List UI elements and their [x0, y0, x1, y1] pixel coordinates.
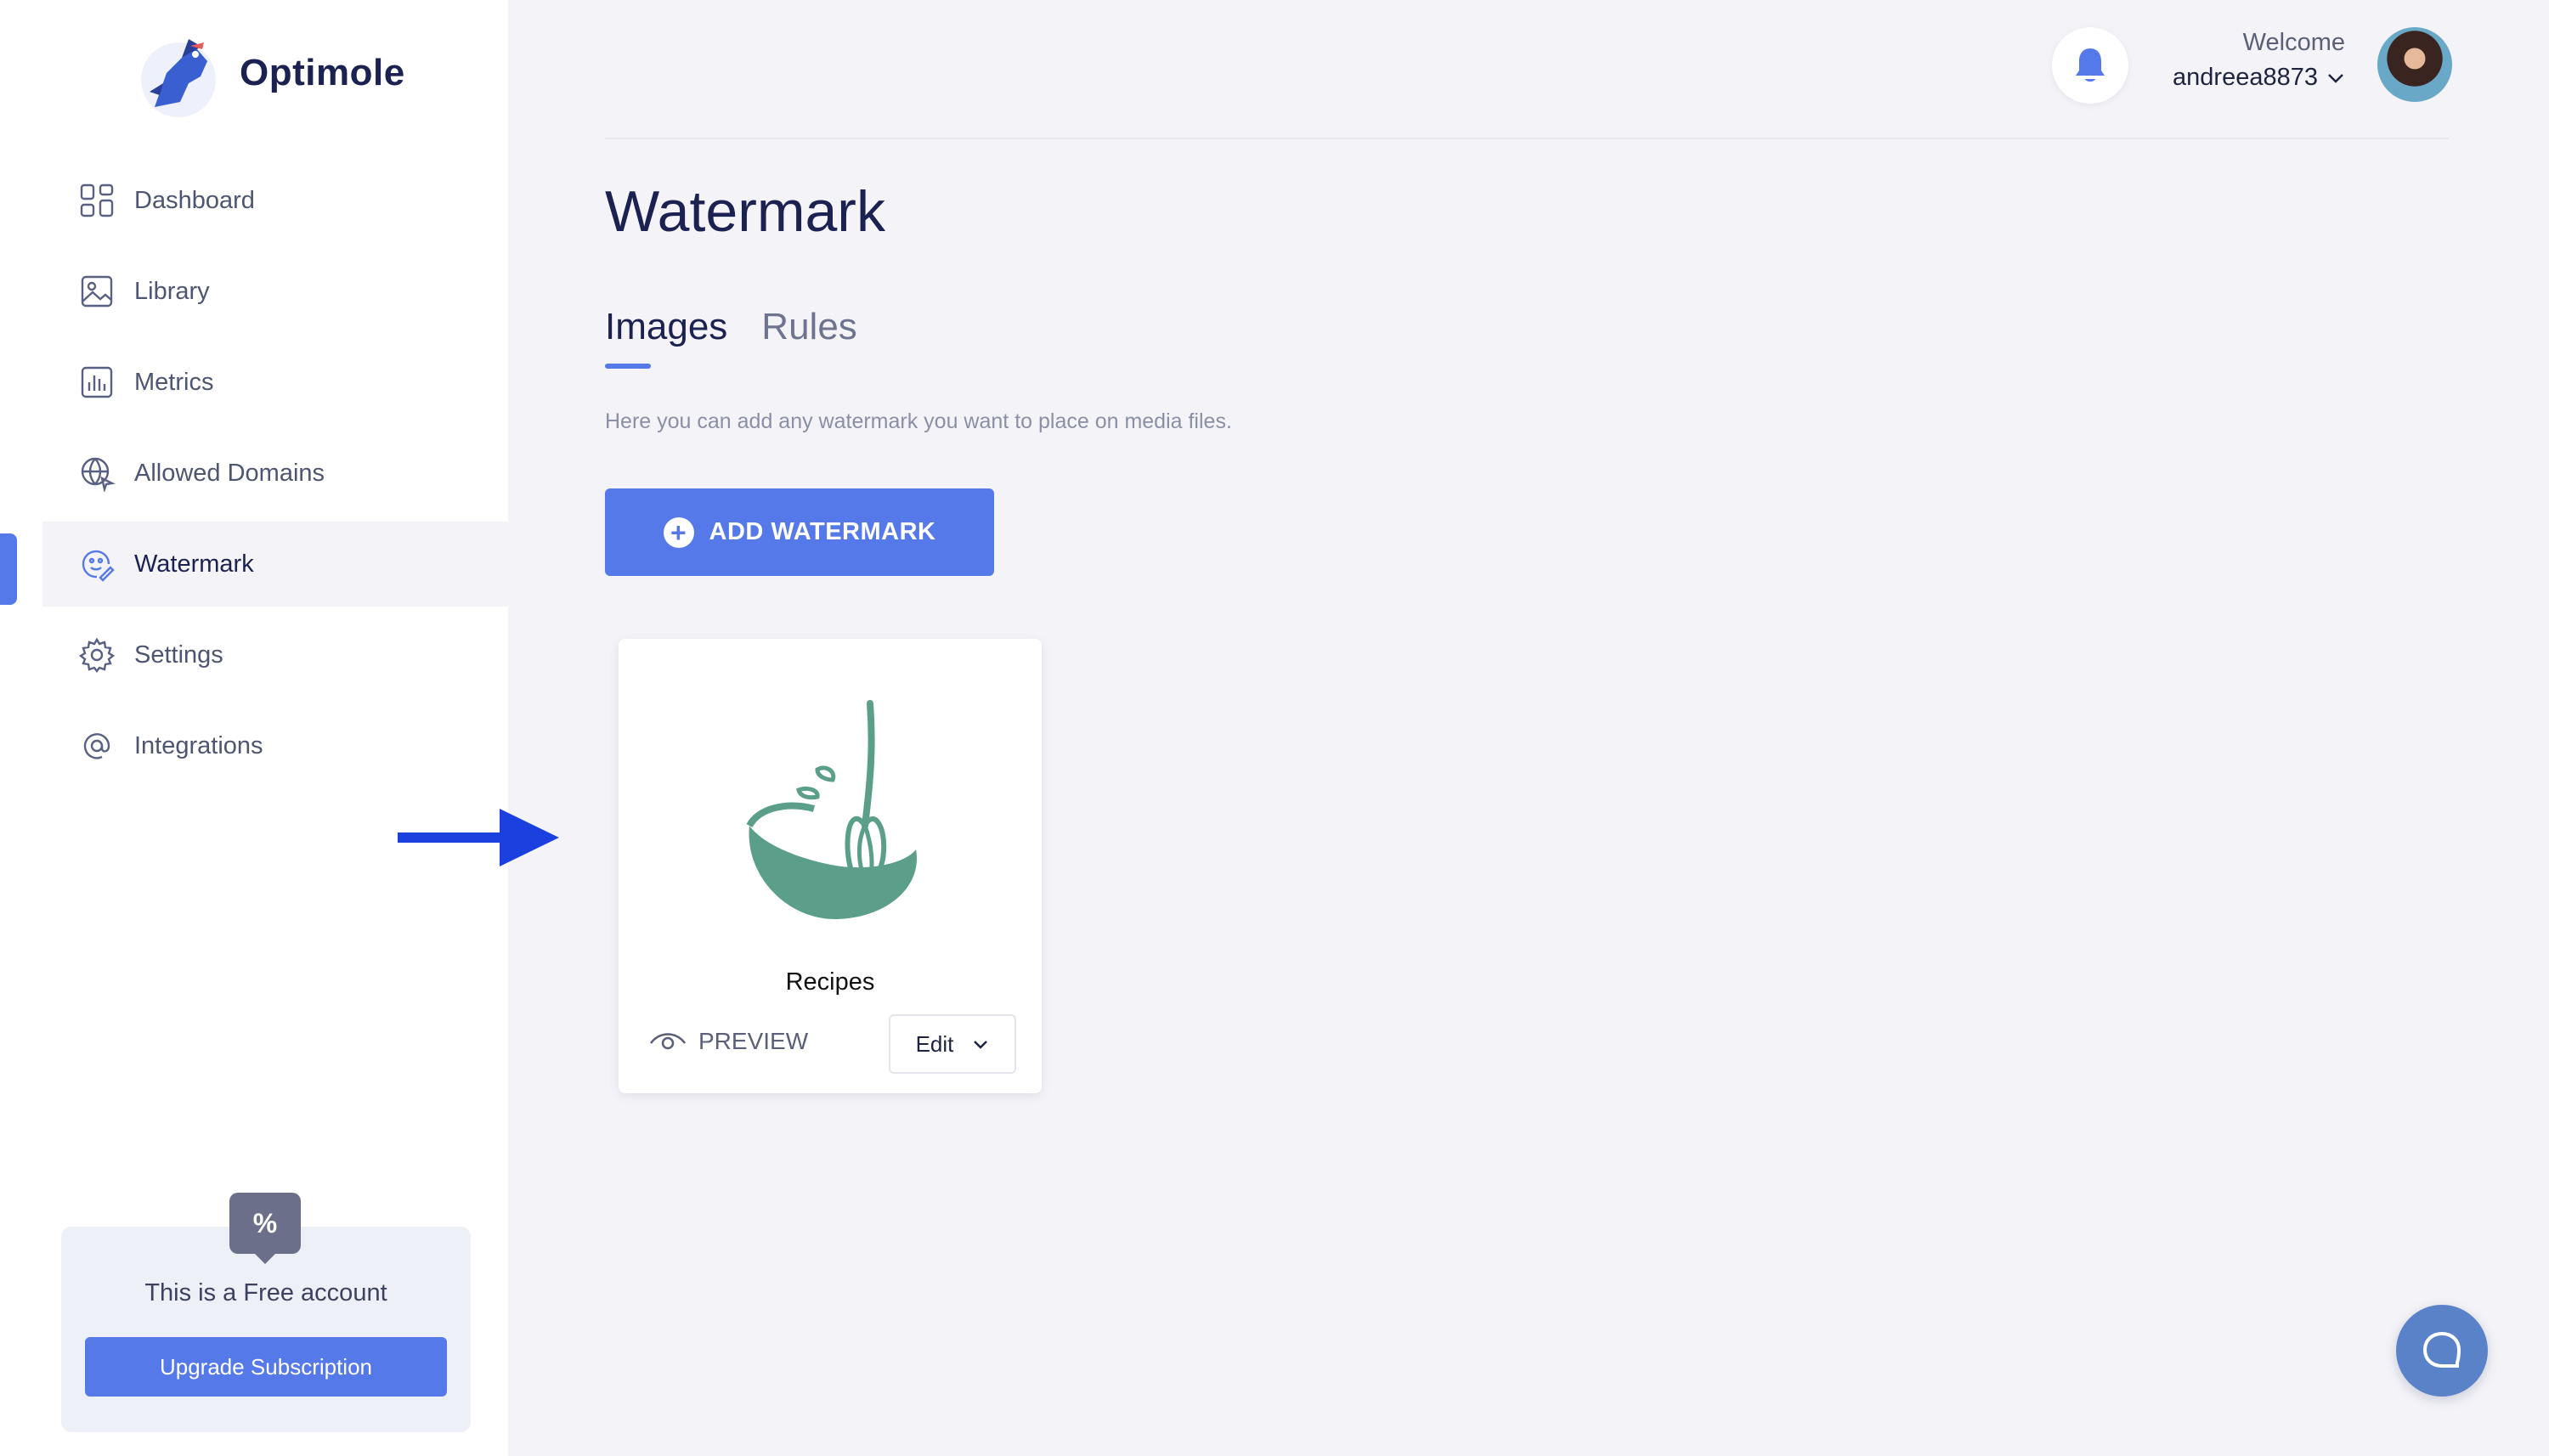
edit-dropdown-button[interactable]: Edit: [889, 1014, 1016, 1074]
globe-icon: [81, 457, 116, 492]
chevron-down-icon: [974, 1041, 988, 1049]
sidebar-item-watermark[interactable]: Watermark: [42, 522, 508, 607]
upgrade-subscription-button[interactable]: Upgrade Subscription: [85, 1337, 447, 1397]
tabs: Images Rules: [605, 306, 857, 369]
sidebar-item-label: Settings: [134, 641, 223, 669]
notifications-button[interactable]: [2052, 27, 2128, 104]
header-divider: [605, 138, 2449, 139]
add-watermark-button[interactable]: + ADD WATERMARK: [605, 488, 994, 576]
eye-icon: [649, 1033, 687, 1050]
bell-icon: [2076, 48, 2105, 82]
watermark-name: Recipes: [785, 968, 875, 996]
preview-button[interactable]: PREVIEW: [649, 1028, 808, 1055]
sidebar-item-label: Library: [134, 277, 210, 305]
plus-circle-icon: +: [663, 516, 694, 548]
avatar[interactable]: [2377, 27, 2452, 102]
support-chat-button[interactable]: [2396, 1305, 2488, 1397]
whisk-bowl-icon: [746, 700, 917, 920]
tab-rules[interactable]: Rules: [761, 306, 857, 369]
free-account-promo: % This is a Free account Upgrade Subscri…: [61, 1193, 471, 1432]
sidebar-item-label: Dashboard: [134, 186, 255, 214]
watermark-icon: [82, 550, 115, 582]
image-icon: [81, 275, 113, 308]
page-title: Watermark: [605, 179, 885, 244]
sidebar-nav: Dashboard Library Metrics Allowed Domain…: [42, 158, 508, 794]
sidebar-item-library[interactable]: Library: [42, 249, 508, 334]
username: andreea8873: [2173, 64, 2318, 91]
watermark-card: Recipes PREVIEW Edit: [619, 639, 1042, 1093]
sidebar-item-metrics[interactable]: Metrics: [42, 340, 508, 425]
sidebar-item-label: Integrations: [134, 731, 263, 759]
bar-chart-icon: [81, 366, 113, 398]
add-watermark-label: ADD WATERMARK: [709, 518, 936, 545]
arrow-right-icon: [398, 809, 559, 866]
sidebar-item-label: Metrics: [134, 368, 214, 396]
chat-bubble-icon: [2422, 1331, 2461, 1368]
sidebar-item-allowed-domains[interactable]: Allowed Domains: [42, 431, 508, 516]
helper-text: Here you can add any watermark you want …: [605, 409, 1232, 433]
tab-images[interactable]: Images: [605, 306, 727, 369]
preview-label: PREVIEW: [698, 1028, 809, 1054]
sidebar-item-integrations[interactable]: Integrations: [42, 703, 508, 788]
chevron-down-icon: [2328, 73, 2343, 83]
sidebar: Optimole Dashboard Library Metrics Allow…: [0, 0, 508, 1456]
welcome-label: Welcome: [2242, 29, 2345, 56]
sidebar-item-label: Allowed Domains: [134, 459, 325, 487]
brand-logo[interactable]: Optimole: [129, 24, 405, 122]
discount-badge: %: [229, 1193, 301, 1264]
at-sign-icon: [83, 733, 110, 759]
brand-name: Optimole: [240, 52, 405, 93]
edit-label: Edit: [915, 1030, 954, 1057]
sidebar-item-dashboard[interactable]: Dashboard: [42, 158, 508, 243]
account-type-text: This is a Free account: [144, 1279, 387, 1306]
gear-icon: [78, 637, 116, 673]
user-menu[interactable]: Welcome andreea8873: [2173, 29, 2345, 92]
dashboard-grid-icon: [80, 183, 114, 217]
active-indicator: [0, 533, 17, 605]
optimole-mascot-icon: [141, 39, 216, 117]
sidebar-item-settings[interactable]: Settings: [42, 612, 508, 697]
sidebar-item-label: Watermark: [134, 550, 254, 578]
